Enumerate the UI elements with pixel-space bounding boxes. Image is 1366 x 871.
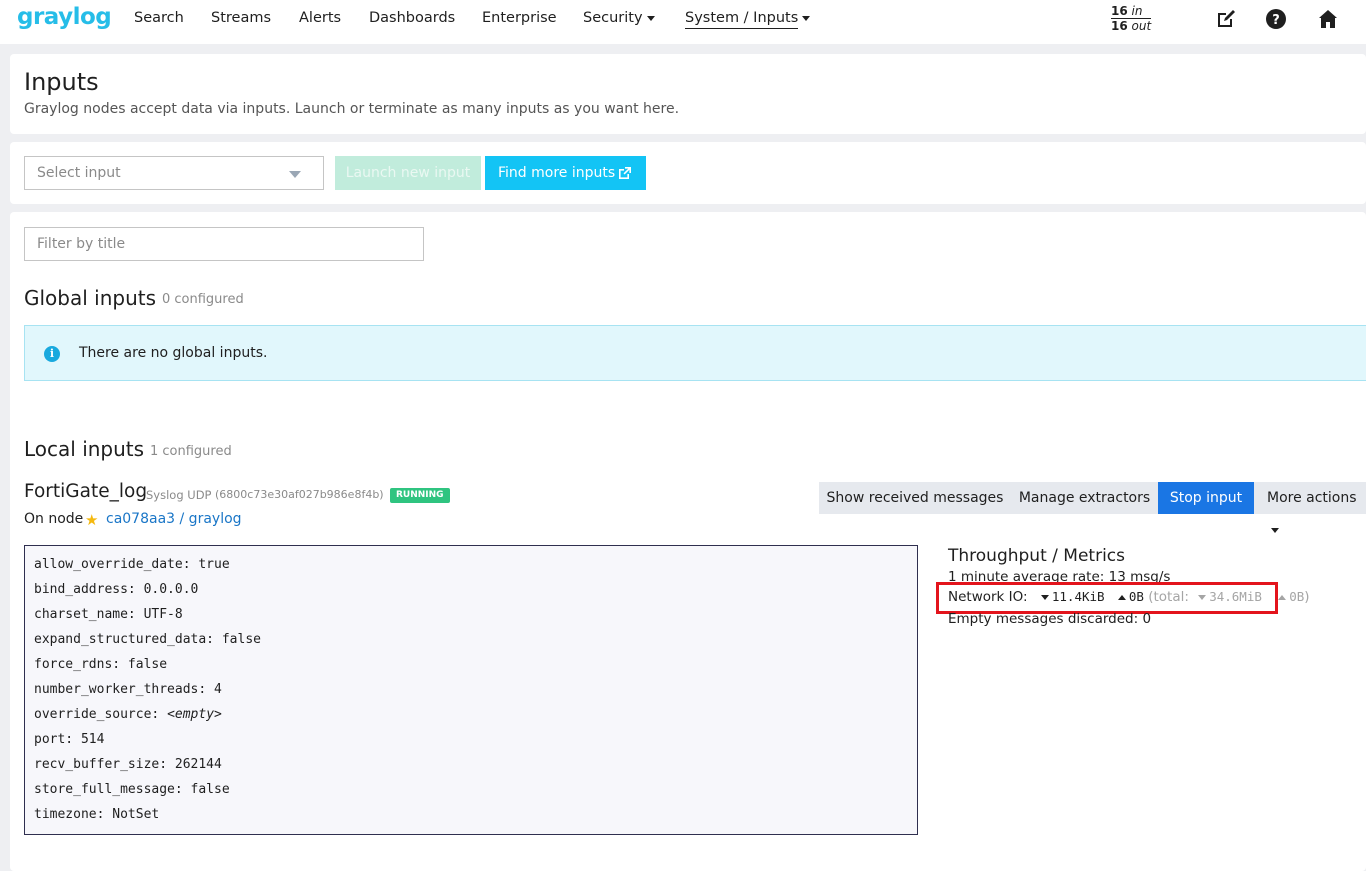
node-link[interactable]: ca078aa3 / graylog [106,511,242,527]
stop-input-button[interactable]: Stop input [1158,482,1254,514]
config-line: timezone: NotSet [34,807,160,822]
throughput-in-count: 16 [1111,4,1128,18]
throughput-in: 16 in [1111,4,1152,19]
info-icon: i [44,346,60,362]
config-line: expand_structured_data: false [34,632,261,647]
find-more-inputs-button[interactable]: Find more inputs [485,156,646,190]
input-configuration: allow_override_date: true bind_address: … [24,545,918,835]
throughput-out: 16 out [1111,19,1151,33]
config-line: override_source: <empty> [34,705,908,730]
on-node-label: On node [24,511,84,527]
select-input-placeholder: Select input [37,165,121,181]
no-global-inputs-alert: i There are no global inputs. [24,325,1366,381]
star-icon: ★ [85,511,99,529]
arrow-up-icon [1278,594,1287,600]
network-io-total-tx: 0B [1289,589,1305,604]
chevron-down-icon [1271,527,1279,533]
throughput-out-count: 16 [1111,19,1128,33]
metrics-title: Throughput / Metrics [948,546,1125,566]
nav-dashboards[interactable]: Dashboards [369,10,455,26]
config-line: bind_address: 0.0.0.0 [34,582,199,597]
home-icon[interactable] [1317,8,1339,30]
input-id: (6800c73e30af027b986e8f4b) [215,488,384,501]
page-title: Inputs [24,68,99,96]
more-actions-button[interactable]: More actions [1254,482,1366,533]
nav-alerts[interactable]: Alerts [299,10,341,26]
local-inputs-count: 1 configured [150,444,232,459]
chevron-down-icon [289,171,301,178]
config-empty-value: <empty> [167,707,222,722]
page-description: Graylog nodes accept data via inputs. La… [24,101,680,117]
network-io-highlight [936,582,1278,614]
edit-icon[interactable] [1215,8,1237,30]
config-line: recv_buffer_size: 262144 [34,757,222,772]
nav-enterprise[interactable]: Enterprise [482,10,557,26]
nav-streams[interactable]: Streams [211,10,271,26]
external-link-icon [619,167,631,179]
empty-messages-discarded: Empty messages discarded: 0 [948,611,1152,627]
input-type: Syslog UDP [146,488,212,502]
config-line: force_rdns: false [34,657,168,672]
throughput-in-label: in [1131,4,1143,18]
config-line: allow_override_date: true [34,557,230,572]
config-line: charset_name: UTF-8 [34,607,183,622]
chevron-down-icon [646,15,655,21]
find-more-inputs-label: Find more inputs [498,165,616,181]
nav-security[interactable]: Security [583,10,655,26]
local-inputs-title: Local inputs [24,437,145,461]
global-inputs-count: 0 configured [162,292,244,307]
filter-by-title-input[interactable]: Filter by title [24,227,424,261]
config-line: store_full_message: false [34,782,230,797]
more-actions-label: More actions [1267,490,1357,506]
config-key: override_source: [34,707,168,722]
nav-system-inputs-label: System / Inputs [685,10,799,29]
nav-security-label: Security [583,10,643,26]
config-line: port: 514 [34,732,105,747]
nav-search[interactable]: Search [134,10,184,26]
top-navbar: graylog Search Streams Alerts Dashboards… [0,0,1366,44]
graylog-logo[interactable]: graylog [17,4,112,30]
svg-text:?: ? [1272,13,1280,28]
chevron-down-icon [802,15,811,21]
no-global-inputs-message: There are no global inputs. [79,345,268,361]
launch-new-input-button[interactable]: Launch new input [335,156,481,190]
status-badge: RUNNING [390,488,450,503]
config-line: number_worker_threads: 4 [34,682,222,697]
select-input-dropdown[interactable]: Select input [24,156,324,190]
global-inputs-title: Global inputs [24,286,157,310]
network-io-total-close: ) [1304,589,1310,605]
throughput-out-label: out [1131,19,1152,33]
input-name: FortiGate_log [24,481,148,502]
throughput-counter[interactable]: 16 in 16 out [1111,4,1152,33]
page-header-panel [10,54,1366,134]
help-icon[interactable]: ? [1265,8,1287,30]
manage-extractors-button[interactable]: Manage extractors [1011,482,1158,514]
nav-system-inputs[interactable]: System / Inputs [685,10,811,29]
show-received-messages-button[interactable]: Show received messages [819,482,1011,514]
